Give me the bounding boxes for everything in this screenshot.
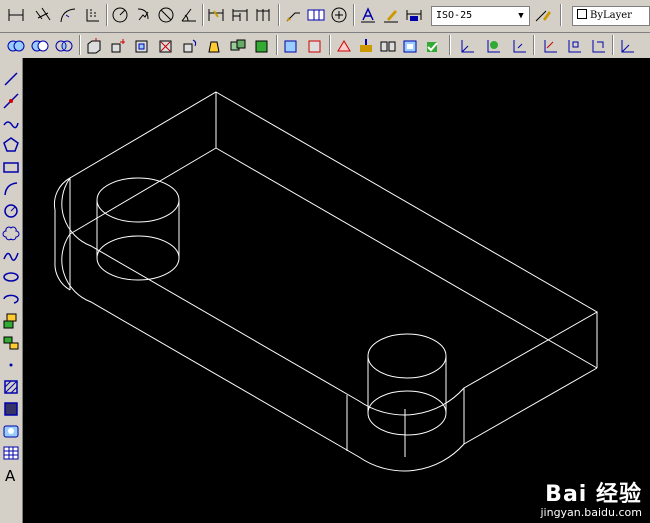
delete-faces-icon[interactable]	[156, 36, 176, 56]
point-icon[interactable]	[1, 355, 21, 375]
ellipse-arc-icon[interactable]	[1, 289, 21, 309]
dim-text-edit-icon[interactable]	[381, 5, 401, 25]
extrude-faces-icon[interactable]	[84, 36, 104, 56]
baseline-dim-icon[interactable]	[230, 5, 250, 25]
solid-editing-toolbar	[0, 32, 650, 58]
table-icon[interactable]	[1, 443, 21, 463]
ordinate-dim-icon[interactable]	[83, 5, 103, 25]
watermark-url: jingyan.baidu.com	[540, 506, 642, 519]
watermark-brand: Bai 经验	[545, 482, 642, 507]
continue-dim-icon[interactable]	[254, 5, 274, 25]
aligned-dim-icon[interactable]	[33, 5, 53, 25]
polygon-icon[interactable]	[1, 135, 21, 155]
hatch-icon[interactable]	[1, 377, 21, 397]
dimstyle-select[interactable]: ISO-25 ▼	[431, 6, 530, 26]
dimension-toolbar: ISO-25 ▼ ByLayer	[0, 0, 650, 33]
linear-dim-icon[interactable]	[6, 5, 26, 25]
construction-line-icon[interactable]	[1, 91, 21, 111]
layer-value: ByLayer	[590, 10, 632, 21]
dim-update-icon[interactable]	[404, 5, 424, 25]
ucs-world-icon[interactable]	[483, 36, 503, 56]
radius-dim-icon[interactable]	[110, 5, 130, 25]
circle-icon[interactable]	[1, 201, 21, 221]
subtract-icon[interactable]	[30, 36, 50, 56]
check-icon[interactable]	[422, 36, 442, 56]
line-icon[interactable]	[1, 69, 21, 89]
insert-block-icon[interactable]	[1, 311, 21, 331]
polyline-icon[interactable]	[1, 113, 21, 133]
arc-length-icon[interactable]	[58, 5, 78, 25]
angular-dim-icon[interactable]	[179, 5, 199, 25]
svg-text:A: A	[5, 467, 16, 485]
revision-cloud-icon[interactable]	[1, 223, 21, 243]
dimstyle-icon[interactable]	[533, 5, 553, 25]
draw-toolbar: A	[0, 58, 23, 523]
layer-color-swatch	[577, 9, 587, 19]
offset-faces-icon[interactable]	[132, 36, 152, 56]
layer-select[interactable]: ByLayer	[572, 6, 650, 26]
intersect-icon[interactable]	[54, 36, 74, 56]
copy-edges-icon[interactable]	[281, 36, 301, 56]
gradient-icon[interactable]	[1, 399, 21, 419]
jogged-dim-icon[interactable]	[133, 5, 153, 25]
leader-icon[interactable]	[283, 5, 303, 25]
move-faces-icon[interactable]	[108, 36, 128, 56]
ucs-icon[interactable]	[457, 36, 477, 56]
spline-icon[interactable]	[1, 245, 21, 265]
watermark: Bai 经验 jingyan.baidu.com	[540, 476, 642, 519]
region-icon[interactable]	[1, 421, 21, 441]
ucs-face-icon[interactable]	[540, 36, 560, 56]
chevron-down-icon[interactable]: ▼	[515, 9, 527, 23]
clean-icon[interactable]	[356, 36, 376, 56]
ellipse-icon[interactable]	[1, 267, 21, 287]
drawing-canvas[interactable]: Bai 经验 jingyan.baidu.com	[23, 58, 650, 523]
diameter-dim-icon[interactable]	[156, 5, 176, 25]
separate-icon[interactable]	[378, 36, 398, 56]
mtext-icon[interactable]: A	[1, 465, 21, 485]
ucs-view-icon[interactable]	[588, 36, 608, 56]
rotate-faces-icon[interactable]	[180, 36, 200, 56]
dim-edit-icon[interactable]	[358, 5, 378, 25]
rectangle-icon[interactable]	[1, 157, 21, 177]
imprint-icon[interactable]	[334, 36, 354, 56]
tolerance-icon[interactable]	[306, 5, 326, 25]
dimstyle-value: ISO-25	[436, 10, 473, 21]
color-edges-icon[interactable]	[305, 36, 325, 56]
taper-faces-icon[interactable]	[204, 36, 224, 56]
make-block-icon[interactable]	[1, 333, 21, 353]
ucs-previous-icon[interactable]	[509, 36, 529, 56]
color-faces-icon[interactable]	[252, 36, 272, 56]
ucs-object-icon[interactable]	[564, 36, 584, 56]
ucs-3point-icon[interactable]	[617, 36, 637, 56]
center-mark-icon[interactable]	[329, 5, 349, 25]
quick-dim-icon[interactable]	[206, 5, 226, 25]
copy-faces-icon[interactable]	[228, 36, 248, 56]
wireframe-part	[53, 91, 599, 472]
union-icon[interactable]	[6, 36, 26, 56]
shell-icon[interactable]	[400, 36, 420, 56]
arc-icon[interactable]	[1, 179, 21, 199]
